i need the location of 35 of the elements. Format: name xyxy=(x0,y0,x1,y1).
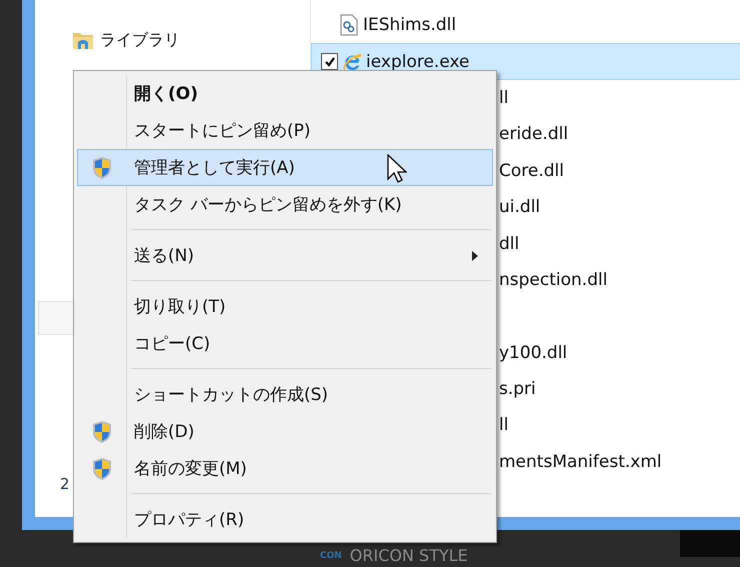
file-name[interactable]: mentsManifest.xml xyxy=(499,452,662,472)
file-name[interactable]: Core.dll xyxy=(499,160,564,181)
nav-item[interactable]: ライブラリ xyxy=(100,30,180,50)
status-text: 2 xyxy=(60,475,71,493)
file-name[interactable]: eride.dll xyxy=(499,124,568,144)
menu-item[interactable]: 削除(D) xyxy=(77,413,493,450)
dll-file-icon xyxy=(339,14,359,36)
mouse-cursor-icon xyxy=(387,154,407,184)
menu-item[interactable]: 送る(N) xyxy=(77,237,493,274)
menu-item[interactable]: 管理者として実行(A) xyxy=(77,149,493,186)
menu-item[interactable]: プロパティ(R) xyxy=(77,501,493,538)
menu-item[interactable]: スタートにピン留め(P) xyxy=(77,112,493,149)
menu-item[interactable]: コピー(C) xyxy=(77,325,493,362)
menu-item[interactable]: 名前の変更(M) xyxy=(77,450,493,487)
file-name[interactable]: ll xyxy=(499,415,508,436)
taskbar-caption: ORICON STYLE xyxy=(350,546,468,565)
file-name[interactable]: ll xyxy=(499,88,508,108)
submenu-arrow-icon xyxy=(472,250,478,260)
menu-item[interactable]: ショートカットの作成(S) xyxy=(77,376,493,413)
shield-icon xyxy=(92,156,112,180)
file-name[interactable]: s.pri xyxy=(499,379,536,400)
checkbox[interactable] xyxy=(321,53,338,70)
file-name[interactable]: IEShims.dll xyxy=(363,15,456,36)
file-name[interactable]: iexplore.exe xyxy=(366,52,470,72)
library-folder-icon xyxy=(72,30,94,50)
shield-icon xyxy=(92,420,112,444)
file-name[interactable]: nspection.dll xyxy=(499,270,608,290)
logo-text: CON xyxy=(320,551,342,561)
shield-icon xyxy=(92,456,112,480)
menu-item[interactable]: タスク バーからピン留めを外す(K) xyxy=(77,186,493,223)
file-name[interactable]: y100.dll xyxy=(499,342,568,363)
file-name[interactable]: ui.dll xyxy=(499,197,540,218)
file-name[interactable]: dll xyxy=(499,234,520,254)
taskbar-thumbnail xyxy=(680,530,740,557)
menu-item[interactable]: 切り取り(T) xyxy=(77,288,493,325)
